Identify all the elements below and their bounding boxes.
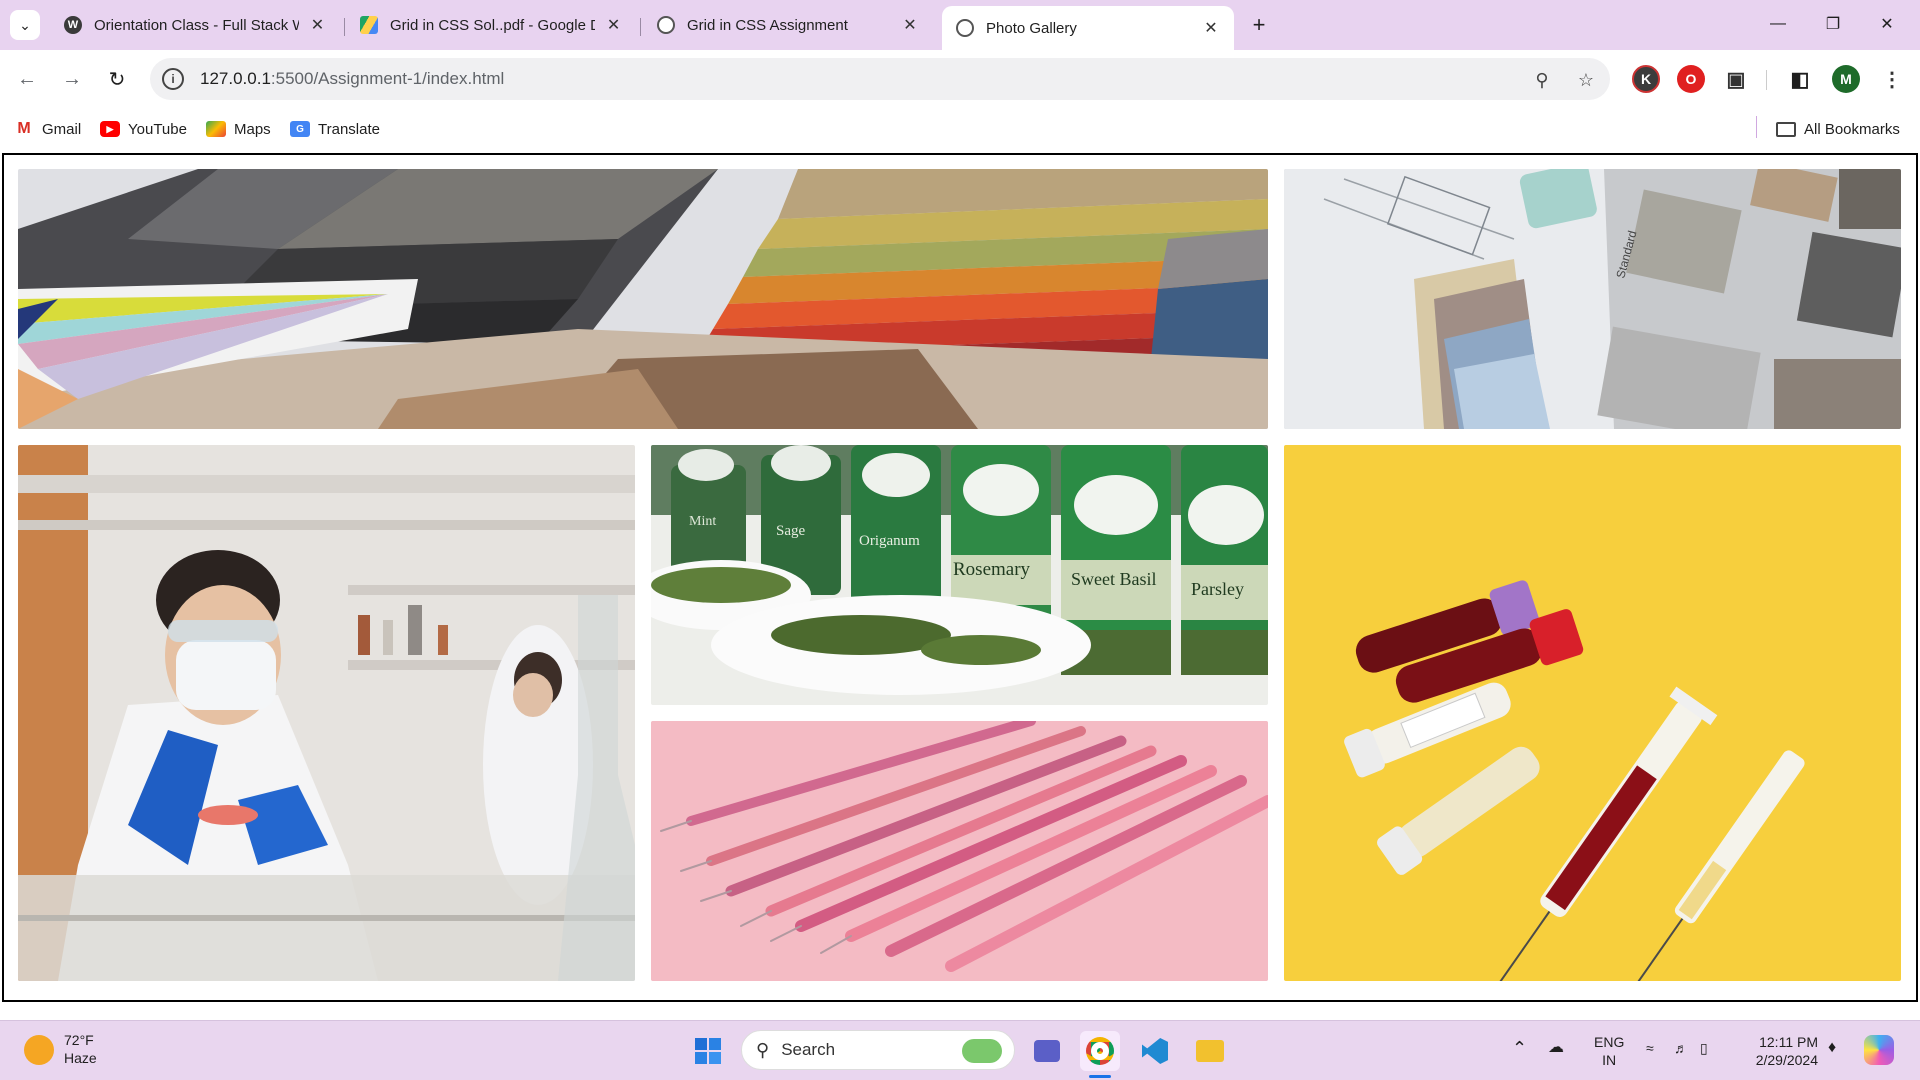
- menu-kebab-icon[interactable]: ⋮: [1878, 65, 1906, 93]
- maps-icon: [206, 121, 226, 137]
- gallery-photo-syringes-pink: [651, 721, 1268, 981]
- arrow-right-icon: →: [62, 67, 82, 90]
- close-icon[interactable]: ✕: [603, 14, 624, 36]
- tray-overflow-icon[interactable]: ⌃: [1512, 1039, 1527, 1057]
- spice-label-origanum: Origanum: [859, 533, 920, 549]
- extension-k-icon[interactable]: K: [1632, 65, 1660, 93]
- minimize-icon: —: [1770, 15, 1786, 32]
- youtube-icon: ▶: [100, 121, 120, 137]
- restore-button[interactable]: ❐: [1806, 6, 1860, 42]
- profile-avatar[interactable]: M: [1832, 65, 1860, 93]
- tab-strip: ⌄ W Orientation Class - Full Stack W ✕ G…: [0, 0, 1920, 50]
- spice-label-sage: Sage: [776, 523, 806, 539]
- wordpress-icon: W: [64, 16, 82, 34]
- gmail-icon: M: [17, 120, 31, 137]
- gallery-photo-scientist-lab: [18, 445, 635, 981]
- bookmark-star-icon[interactable]: ☆: [1574, 68, 1598, 92]
- notification-bell-icon[interactable]: ♦: [1828, 1039, 1836, 1057]
- close-icon[interactable]: ✕: [1200, 17, 1222, 39]
- language-indicator[interactable]: ENG IN: [1594, 1033, 1624, 1069]
- weather-widget[interactable]: 72°F Haze: [64, 1031, 97, 1067]
- tab-photo-gallery[interactable]: Photo Gallery ✕: [942, 6, 1234, 50]
- chevron-down-icon: ⌄: [19, 16, 31, 33]
- reload-icon: ↻: [108, 68, 126, 91]
- close-icon: ✕: [1880, 16, 1894, 33]
- reload-button[interactable]: ↻: [100, 62, 134, 96]
- search-highlight-icon: [962, 1039, 1002, 1063]
- zoom-icon[interactable]: ⚲: [1530, 68, 1554, 92]
- new-tab-button[interactable]: +: [1244, 10, 1274, 40]
- search-icon: ⚲: [756, 1039, 770, 1060]
- chrome-icon[interactable]: [1080, 1031, 1120, 1071]
- spice-label-rosemary: Rosemary: [953, 559, 1031, 580]
- windows-logo-icon: [695, 1038, 721, 1064]
- gallery-photo-material-samples: Standard: [1284, 169, 1901, 429]
- clock[interactable]: 12:11 PM 2/29/2024: [1742, 1033, 1818, 1069]
- arrow-left-icon: ←: [17, 67, 37, 90]
- tab-grid-css-assignment[interactable]: Grid in CSS Assignment ✕: [643, 8, 933, 42]
- volume-icon[interactable]: ♬: [1674, 1039, 1688, 1057]
- vscode-icon[interactable]: [1135, 1031, 1175, 1071]
- tab-search-button[interactable]: ⌄: [10, 10, 40, 40]
- globe-icon: [657, 16, 675, 34]
- spice-label-parsley: Parsley: [1191, 579, 1244, 599]
- url-text[interactable]: 127.0.0.1:5500/Assignment-1/index.html: [200, 69, 504, 89]
- plus-icon: +: [1252, 12, 1266, 37]
- all-bookmarks[interactable]: All Bookmarks: [1776, 116, 1900, 142]
- bookmark-gmail[interactable]: M Gmail: [14, 116, 81, 142]
- opera-extension-icon[interactable]: O: [1677, 65, 1705, 93]
- side-panel-icon[interactable]: ◧: [1786, 65, 1814, 93]
- back-button[interactable]: ←: [10, 62, 44, 96]
- taskbar-search[interactable]: ⚲ Search: [741, 1030, 1015, 1070]
- teams-icon[interactable]: [1027, 1031, 1067, 1071]
- site-info-icon[interactable]: i: [162, 68, 184, 90]
- gallery-photo-fabric-swatches: [18, 169, 1268, 429]
- google-drive-icon: [360, 16, 378, 34]
- tab-orientation-class[interactable]: W Orientation Class - Full Stack W ✕: [50, 8, 340, 42]
- windows-taskbar: 72°F Haze ⚲ Search ⌃ ☁ ENG IN ≈ ♬ ▯ 12:1…: [0, 1020, 1920, 1080]
- copilot-icon[interactable]: [1864, 1035, 1894, 1065]
- start-button[interactable]: [688, 1031, 728, 1071]
- forward-button[interactable]: →: [55, 62, 89, 96]
- bookmark-translate[interactable]: G Translate: [290, 116, 380, 142]
- gallery-photo-spice-jars: Mint Sage Origanum Rosemary Sweet Basil …: [651, 445, 1268, 705]
- bookmark-maps[interactable]: Maps: [206, 116, 271, 142]
- onedrive-icon[interactable]: ☁: [1548, 1039, 1564, 1057]
- weather-haze-icon[interactable]: [24, 1035, 54, 1065]
- gallery-photo-blood-tubes: [1284, 445, 1901, 981]
- tab-grid-css-pdf[interactable]: Grid in CSS Sol..pdf - Google Dr ✕: [346, 8, 636, 42]
- file-explorer-icon[interactable]: [1190, 1031, 1230, 1071]
- folder-icon: [1776, 121, 1796, 137]
- browser-toolbar: ← → ↻ i 127.0.0.1:5500/Assignment-1/inde…: [0, 50, 1920, 108]
- globe-icon: [956, 19, 974, 37]
- spice-label-sweet-basil: Sweet Basil: [1071, 569, 1157, 589]
- close-window-button[interactable]: ✕: [1860, 6, 1914, 42]
- battery-icon[interactable]: ▯: [1700, 1039, 1708, 1057]
- close-icon[interactable]: ✕: [307, 14, 328, 36]
- restore-icon: ❐: [1825, 16, 1841, 33]
- extensions-puzzle-icon[interactable]: ▣: [1722, 65, 1750, 93]
- translate-icon: G: [290, 121, 310, 137]
- minimize-button[interactable]: —: [1751, 6, 1805, 42]
- close-icon[interactable]: ✕: [899, 14, 921, 36]
- wifi-icon[interactable]: ≈: [1646, 1039, 1654, 1057]
- bookmark-youtube[interactable]: ▶ YouTube: [100, 116, 187, 142]
- bookmarks-bar: M Gmail ▶ YouTube Maps G Translate All B…: [0, 108, 1920, 150]
- spice-label-mint: Mint: [689, 514, 716, 529]
- photo-grid: Standard Mint Sage Origanum Rosemary Swe…: [18, 169, 1902, 988]
- page-viewport: Standard Mint Sage Origanum Rosemary Swe…: [2, 153, 1918, 1002]
- address-bar[interactable]: i 127.0.0.1:5500/Assignment-1/index.html…: [150, 58, 1610, 100]
